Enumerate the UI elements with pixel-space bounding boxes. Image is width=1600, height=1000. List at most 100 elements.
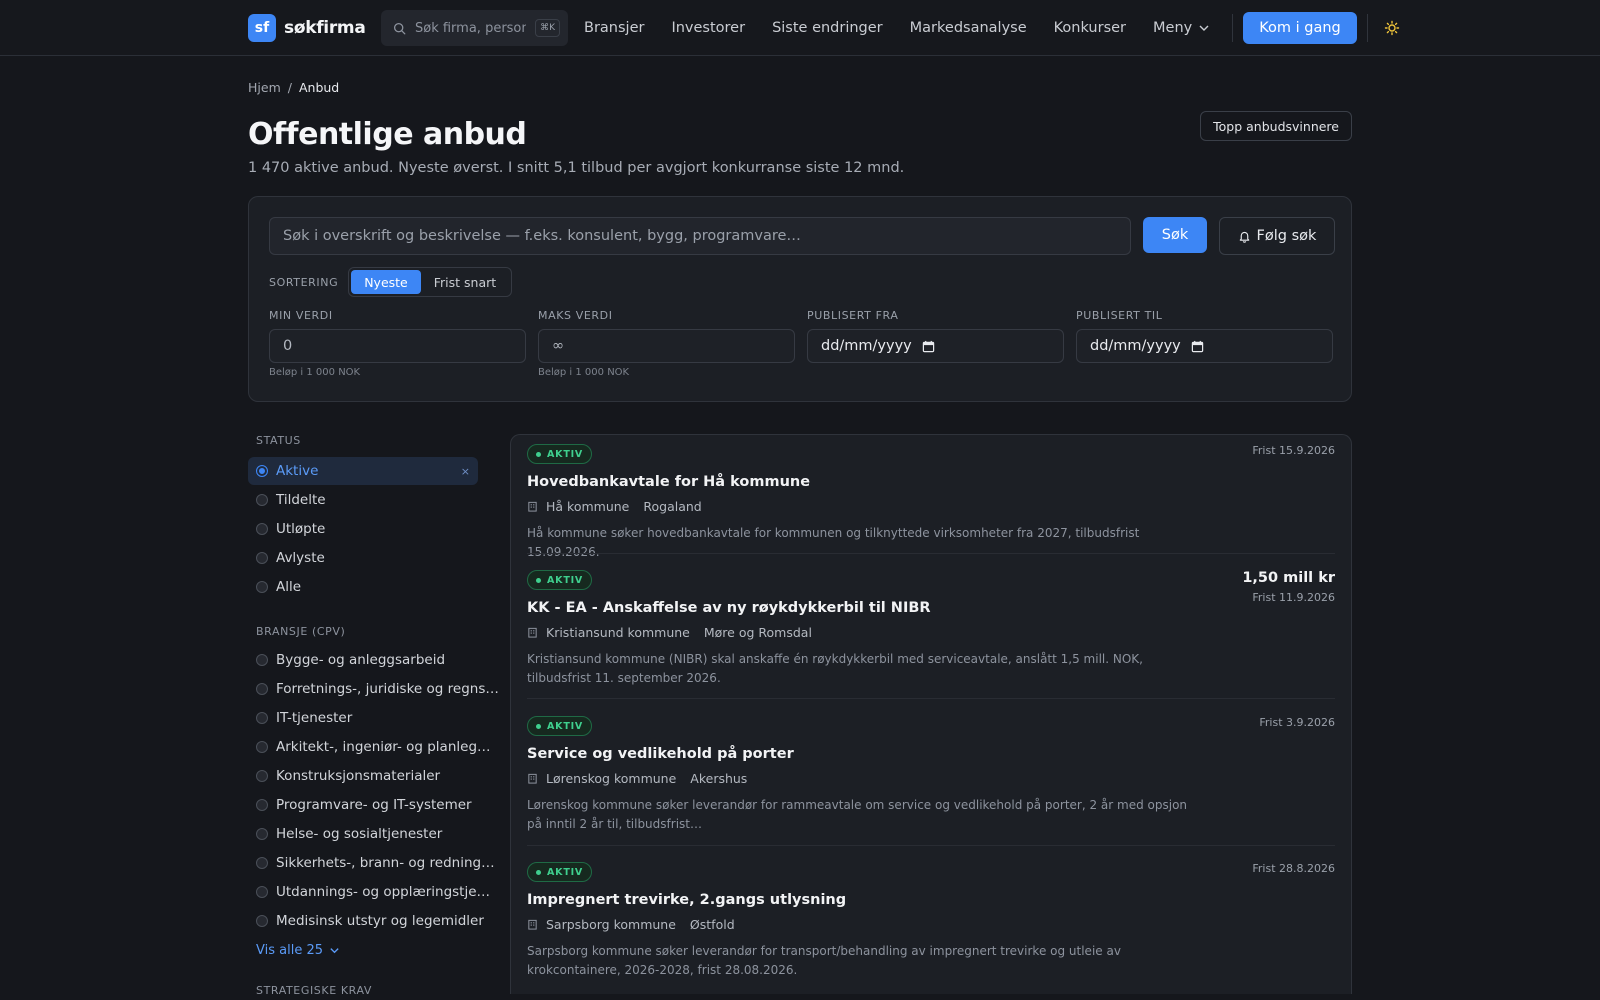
published-from-input[interactable]: dd/mm/yyyy [807,329,1064,363]
tender-meta: Sarpsborg kommune Østfold [527,917,1335,932]
status-dot-icon [536,723,541,729]
tender-card[interactable]: AKTIV Impregnert trevirke, 2.gangs utlys… [527,862,1335,980]
cpv-heading: BRANSJE (CPV) [256,625,346,638]
main-nav: Bransjer Investorer Siste endringer Mark… [584,20,1232,36]
nav-investorer[interactable]: Investorer [671,20,745,36]
follow-search-label: Følg søk [1256,228,1317,244]
cpv-option[interactable]: Konstruksjonsmaterialer [248,762,478,790]
radio-icon [256,712,268,724]
follow-search-button[interactable]: Følg søk [1219,217,1335,255]
max-value-input[interactable]: ∞ [538,329,795,363]
nav-konkurser[interactable]: Konkurser [1054,20,1126,36]
calendar-icon[interactable] [922,340,935,353]
tender-title[interactable]: Impregnert trevirke, 2.gangs utlysning [527,892,1335,908]
cpv-option[interactable]: Programvare- og IT-systemer [248,791,478,819]
published-from-field-group: PUBLISERT FRA dd/mm/yyyy [807,309,1064,378]
nav-menu[interactable]: Meny [1153,20,1210,36]
cpv-option[interactable]: Bygge- og anleggsarbeid [248,646,478,674]
top-navbar: sf søkfirma Søk firma, person… ⌘K Bransj… [0,0,1600,56]
nav-bransjer[interactable]: Bransjer [584,20,644,36]
status-dot-icon [536,451,541,457]
sort-control: SORTERING Nyeste Frist snart [269,267,513,297]
breadcrumb-current: Anbud [298,80,340,95]
page-title: Offentlige anbud [248,117,527,152]
cpv-option-label: Arkitekt-, ingeniør- og planleg… [276,739,491,755]
show-all-cpv-link[interactable]: Vis alle 25 [248,943,478,958]
bell-icon [1239,231,1249,243]
max-value-placeholder: ∞ [552,338,565,354]
status-dot-icon [536,577,541,583]
radio-icon [256,741,268,753]
min-value-placeholder: 0 [283,338,293,354]
status-option-label: Tildelte [276,492,326,508]
global-search-placeholder: Søk firma, person… [415,20,527,36]
sort-label: SORTERING [269,275,339,289]
strategic-requirements-heading: STRATEGISKE KRAV [256,984,373,997]
cpv-option[interactable]: Medisinsk utstyr og legemidler [248,907,484,935]
sort-segmented-control: Nyeste Frist snart [348,267,513,297]
tender-deadline: Frist 28.8.2026 [1252,862,1335,875]
radio-icon [256,552,268,564]
tender-right-info: Frist 3.9.2026 [1259,716,1335,729]
cpv-option-label: Konstruksjonsmaterialer [276,768,441,784]
tender-search-input[interactable]: Søk i overskrift og beskrivelse — f.eks.… [269,217,1131,255]
cpv-option-label: Utdannings- og opplæringstje… [276,884,491,900]
nav-markedsanalyse[interactable]: Markedsanalyse [910,20,1027,36]
breadcrumb-home[interactable]: Hjem [248,80,281,95]
tender-right-info: Frist 28.8.2026 [1252,862,1335,875]
tender-region: Østfold [689,917,735,932]
tender-title[interactable]: Hovedbankavtale for Hå kommune [527,474,1335,490]
tender-card[interactable]: AKTIV Hovedbankavtale for Hå kommune Hå … [527,444,1335,562]
min-value-input[interactable]: 0 [269,329,526,363]
top-winners-button[interactable]: Topp anbudsvinnere [1200,111,1352,141]
building-icon [528,919,537,930]
get-started-button[interactable]: Kom i gang [1243,12,1357,44]
cpv-option[interactable]: Helse- og sosialtjenester [248,820,478,848]
cpv-option[interactable]: Arkitekt-, ingeniør- og planleg… [248,733,491,761]
nav-siste-endringer[interactable]: Siste endringer [772,20,883,36]
status-option-aktive[interactable]: Aktive × [248,457,478,485]
theme-toggle-button[interactable] [1384,20,1400,36]
status-option-alle[interactable]: Alle [248,573,478,601]
published-to-placeholder: dd/mm/yyyy [1090,338,1181,354]
tender-region: Akershus [690,771,748,786]
tender-buyer: Sarpsborg kommune [546,917,676,932]
building-icon [528,773,537,784]
global-search-input[interactable]: Søk firma, person… ⌘K [381,10,568,46]
clear-filter-icon[interactable]: × [461,465,470,478]
tender-card[interactable]: AKTIV KK - EA - Anskaffelse av ny røykdy… [527,570,1335,688]
filter-fields: MIN VERDI 0 Beløp i 1 000 NOK MAKS VERDI… [269,309,1333,378]
status-option-utlopte[interactable]: Utløpte [248,515,478,543]
cpv-option-label: Bygge- og anleggsarbeid [276,652,446,668]
tender-right-info: 1,50 mill kr Frist 11.9.2026 [1242,570,1335,604]
tender-right-info: Frist 15.9.2026 [1252,444,1335,457]
tender-search-placeholder: Søk i overskrift og beskrivelse — f.eks.… [283,228,801,244]
radio-icon [256,770,268,782]
tender-title[interactable]: KK - EA - Anskaffelse av ny røykdykkerbi… [527,600,1335,616]
chevron-down-icon [330,948,339,954]
published-to-input[interactable]: dd/mm/yyyy [1076,329,1333,363]
tender-description: Lørenskog kommune søker leverandør for r… [527,798,1188,831]
logo[interactable]: sf søkfirma [248,14,381,42]
radio-icon [256,581,268,593]
status-option-avlyste[interactable]: Avlyste [248,544,478,572]
page-header: Offentlige anbud 1 470 aktive anbud. Nye… [248,111,1352,176]
cpv-option[interactable]: Forretnings-, juridiske og regns… [248,675,499,703]
cpv-option[interactable]: Utdannings- og opplæringstje… [248,878,490,906]
building-icon [528,501,537,512]
search-button[interactable]: Søk [1143,217,1207,253]
sort-option-deadline[interactable]: Frist snart [421,270,509,294]
divider [527,698,1335,699]
sort-option-newest[interactable]: Nyeste [351,270,421,294]
breadcrumb: Hjem / Anbud [248,80,1352,95]
cpv-option[interactable]: IT-tjenester [248,704,478,732]
status-option-tildelte[interactable]: Tildelte [248,486,478,514]
published-from-placeholder: dd/mm/yyyy [821,338,912,354]
tender-deadline: Frist 3.9.2026 [1259,716,1335,729]
cpv-option[interactable]: Sikkerhets-, brann- og redning… [248,849,495,877]
tender-buyer: Lørenskog kommune [546,771,677,786]
tender-title[interactable]: Service og vedlikehold på porter [527,746,1335,762]
calendar-icon[interactable] [1191,340,1204,353]
tender-card[interactable]: AKTIV Service og vedlikehold på porter L… [527,716,1335,834]
published-to-label: PUBLISERT TIL [1076,309,1163,322]
